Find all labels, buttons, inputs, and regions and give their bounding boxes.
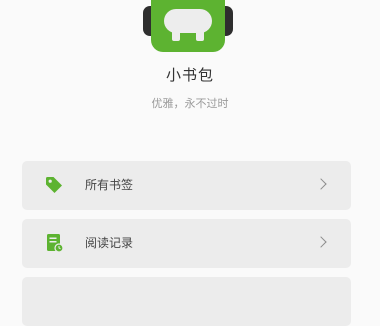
- menu-item-all-bookmarks[interactable]: 所有书签: [22, 161, 351, 210]
- app-name: 小书包: [165, 66, 214, 84]
- about-page: 小书包 优雅，永不过时 所有书签 阅读记录: [0, 0, 380, 326]
- menu-item-partial[interactable]: [22, 277, 351, 326]
- chevron-right-icon: [315, 236, 327, 248]
- chevron-right-icon: [315, 178, 327, 190]
- backpack-logo-icon: [143, 0, 233, 53]
- tag-icon: [44, 175, 64, 195]
- menu-item-label: 阅读记录: [85, 236, 134, 250]
- history-document-icon: [44, 233, 64, 253]
- app-slogan: 优雅，永不过时: [151, 97, 229, 110]
- menu-item-reading-history[interactable]: 阅读记录: [22, 219, 351, 268]
- menu-item-label: 所有书签: [85, 178, 134, 192]
